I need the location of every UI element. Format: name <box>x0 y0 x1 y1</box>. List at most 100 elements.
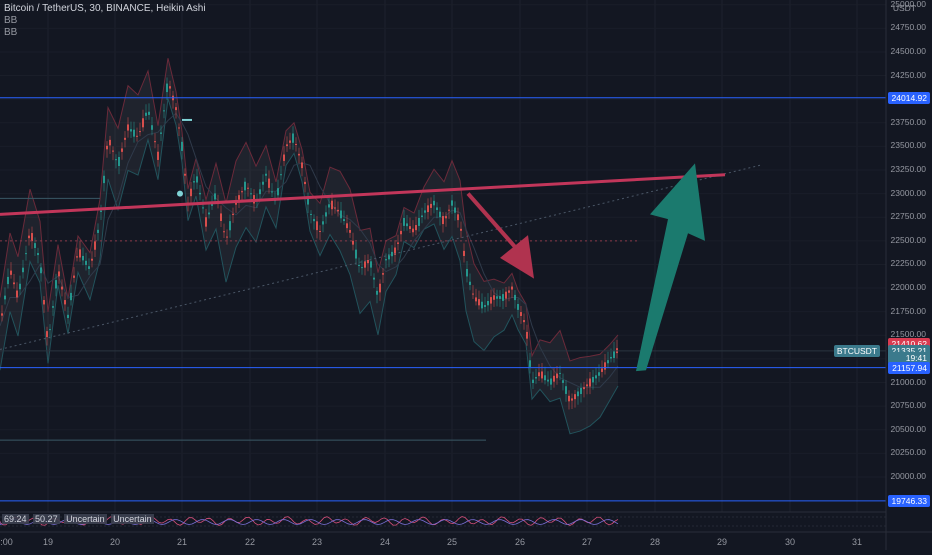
price-tag: 19746.33 <box>888 494 930 507</box>
candle-body <box>34 243 36 248</box>
candle-body <box>133 129 135 137</box>
candle-body <box>259 189 261 195</box>
candle-body <box>334 207 336 209</box>
candle-body <box>175 107 177 111</box>
candle-body <box>250 193 252 195</box>
candle-body <box>604 362 606 370</box>
candle-body <box>550 378 552 385</box>
candle-body <box>151 125 153 130</box>
candle-body <box>76 256 78 258</box>
candle-body <box>439 211 441 218</box>
candle-body <box>520 312 522 316</box>
candle-body <box>391 251 393 257</box>
candle-body <box>451 200 453 206</box>
candle-body <box>13 282 15 285</box>
candle-body <box>547 379 549 382</box>
time-tick-label: 29 <box>716 537 728 547</box>
candle-body <box>532 379 534 383</box>
candle-body <box>418 217 420 226</box>
candle-body <box>562 380 564 383</box>
candle-body <box>163 110 165 112</box>
price-tick-label: 20000.00 <box>890 470 926 481</box>
candle-body <box>409 226 411 230</box>
osc-value-1: 69.24 <box>2 514 29 524</box>
indicator-bb-2[interactable]: BB <box>4 27 206 39</box>
candle-body <box>124 137 126 140</box>
candle-body <box>457 214 459 221</box>
time-tick-label: 0:00 <box>0 537 13 547</box>
candle-body <box>271 191 273 193</box>
candle-body <box>565 386 567 394</box>
candle-body <box>91 258 93 261</box>
candle-body <box>70 292 72 301</box>
price-tick-label: 25000.00 <box>890 0 926 9</box>
candle-body <box>313 218 315 222</box>
candle-body <box>571 398 573 401</box>
candle-body <box>265 173 267 176</box>
candle-body <box>613 350 615 358</box>
candle-body <box>595 375 597 379</box>
candle-body <box>145 112 147 116</box>
candle-body <box>346 223 348 229</box>
candle-body <box>589 378 591 387</box>
candle-body <box>463 250 465 256</box>
candle-body <box>262 181 264 185</box>
candle-body <box>472 293 474 295</box>
oscillator-legend[interactable]: 69.24 50.27 Uncertain Uncertain <box>2 514 156 524</box>
candle-body <box>400 230 402 235</box>
candle-body <box>415 225 417 231</box>
candle-body <box>556 373 558 379</box>
candle-body <box>349 229 351 233</box>
candle-body <box>514 294 516 301</box>
price-tick-label: 21750.00 <box>890 305 926 316</box>
candle-body <box>325 212 327 217</box>
candle-body <box>40 267 42 274</box>
candle-body <box>538 372 540 377</box>
candle-body <box>343 219 345 222</box>
candle-body <box>298 153 300 156</box>
symbol-title[interactable]: Bitcoin / TetherUS, 30, BINANCE, Heikin … <box>4 3 206 15</box>
candle-body <box>385 259 387 261</box>
candle-body <box>226 236 228 238</box>
price-tick-label: 22250.00 <box>890 258 926 269</box>
candle-body <box>229 221 231 231</box>
candle-body <box>382 273 384 275</box>
candle-body <box>379 283 381 293</box>
time-tick-label: 27 <box>581 537 593 547</box>
candle-body <box>52 306 54 308</box>
time-tick-label: 30 <box>784 537 796 547</box>
candle-body <box>283 154 285 161</box>
candle-body <box>328 204 330 208</box>
candle-body <box>202 207 204 209</box>
candle-body <box>586 384 588 387</box>
price-tick-label: 21000.00 <box>890 376 926 387</box>
time-tick-label: 21 <box>176 537 188 547</box>
candle-body <box>505 291 507 299</box>
candle-body <box>118 157 120 166</box>
time-tick-label: 23 <box>311 537 323 547</box>
chart-stage[interactable] <box>0 0 932 550</box>
candle-body <box>370 261 372 268</box>
time-tick-label: 22 <box>244 537 256 547</box>
price-tick-label: 23250.00 <box>890 164 926 174</box>
candle-body <box>460 228 462 231</box>
time-tick-label: 19 <box>42 537 54 547</box>
candle-body <box>181 141 183 151</box>
candle-body <box>574 394 576 400</box>
candle-body <box>331 200 333 210</box>
candle-body <box>7 276 9 285</box>
chart-canvas[interactable] <box>0 0 932 550</box>
candle-body <box>244 181 246 191</box>
indicator-bb-1[interactable]: BB <box>4 15 206 27</box>
candle-body <box>376 290 378 295</box>
candle-body <box>100 210 102 212</box>
candle-body <box>85 260 87 265</box>
chart-legend: Bitcoin / TetherUS, 30, BINANCE, Heikin … <box>4 3 206 39</box>
candle-body <box>517 304 519 310</box>
candle-body <box>322 221 324 225</box>
candle-body <box>148 111 150 115</box>
candle-body <box>358 264 360 266</box>
candle-body <box>277 188 279 196</box>
candle-body <box>4 295 6 300</box>
price-tick-label: 20500.00 <box>890 423 926 434</box>
